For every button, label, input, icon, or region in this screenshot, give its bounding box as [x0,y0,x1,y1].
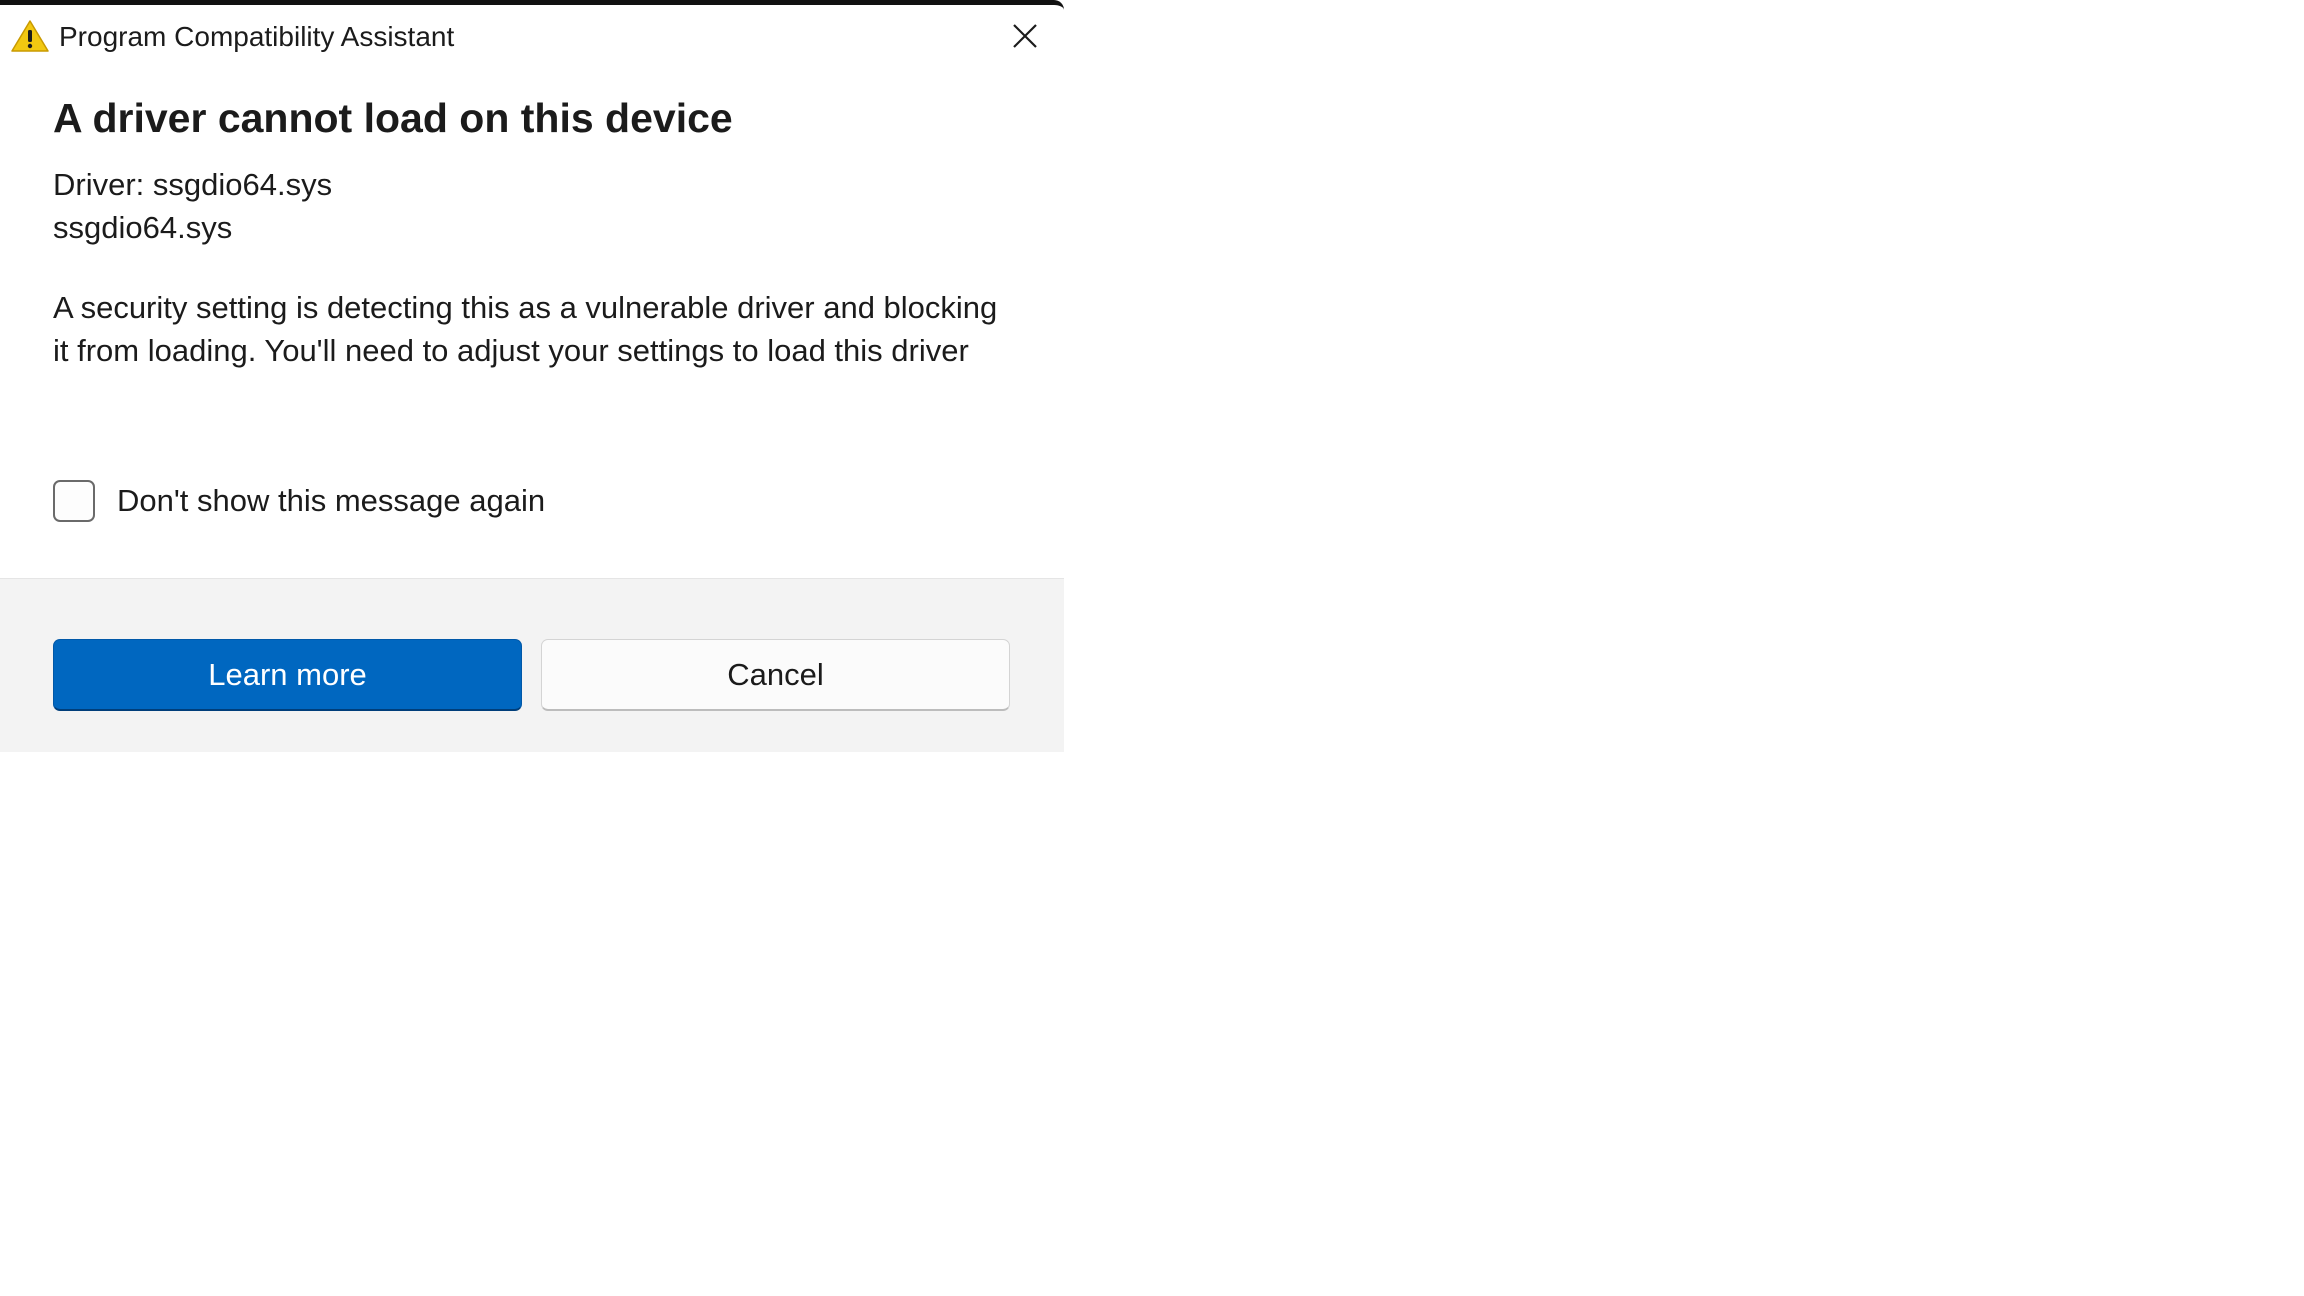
driver-label: Driver: ssgdio64.sys [53,167,333,202]
program-compatibility-dialog: Program Compatibility Assistant A driver… [0,0,1064,752]
dialog-heading: A driver cannot load on this device [53,95,733,141]
cancel-button[interactable]: Cancel [541,639,1010,711]
window-title: Program Compatibility Assistant [59,21,455,52]
close-icon [1012,23,1038,54]
dont-show-again-label[interactable]: Don't show this message again [117,481,545,521]
learn-more-button[interactable]: Learn more [53,639,522,711]
dialog-footer: Learn more Cancel [0,578,1064,752]
warning-triangle-icon [10,19,50,53]
close-button[interactable] [996,13,1054,63]
dont-show-again-option[interactable]: Don't show this message again [53,477,545,525]
dont-show-again-checkbox[interactable] [53,480,95,522]
title-bar: Program Compatibility Assistant [0,5,1064,67]
driver-file: ssgdio64.sys [53,210,233,245]
dialog-message: A security setting is detecting this as … [53,290,998,368]
